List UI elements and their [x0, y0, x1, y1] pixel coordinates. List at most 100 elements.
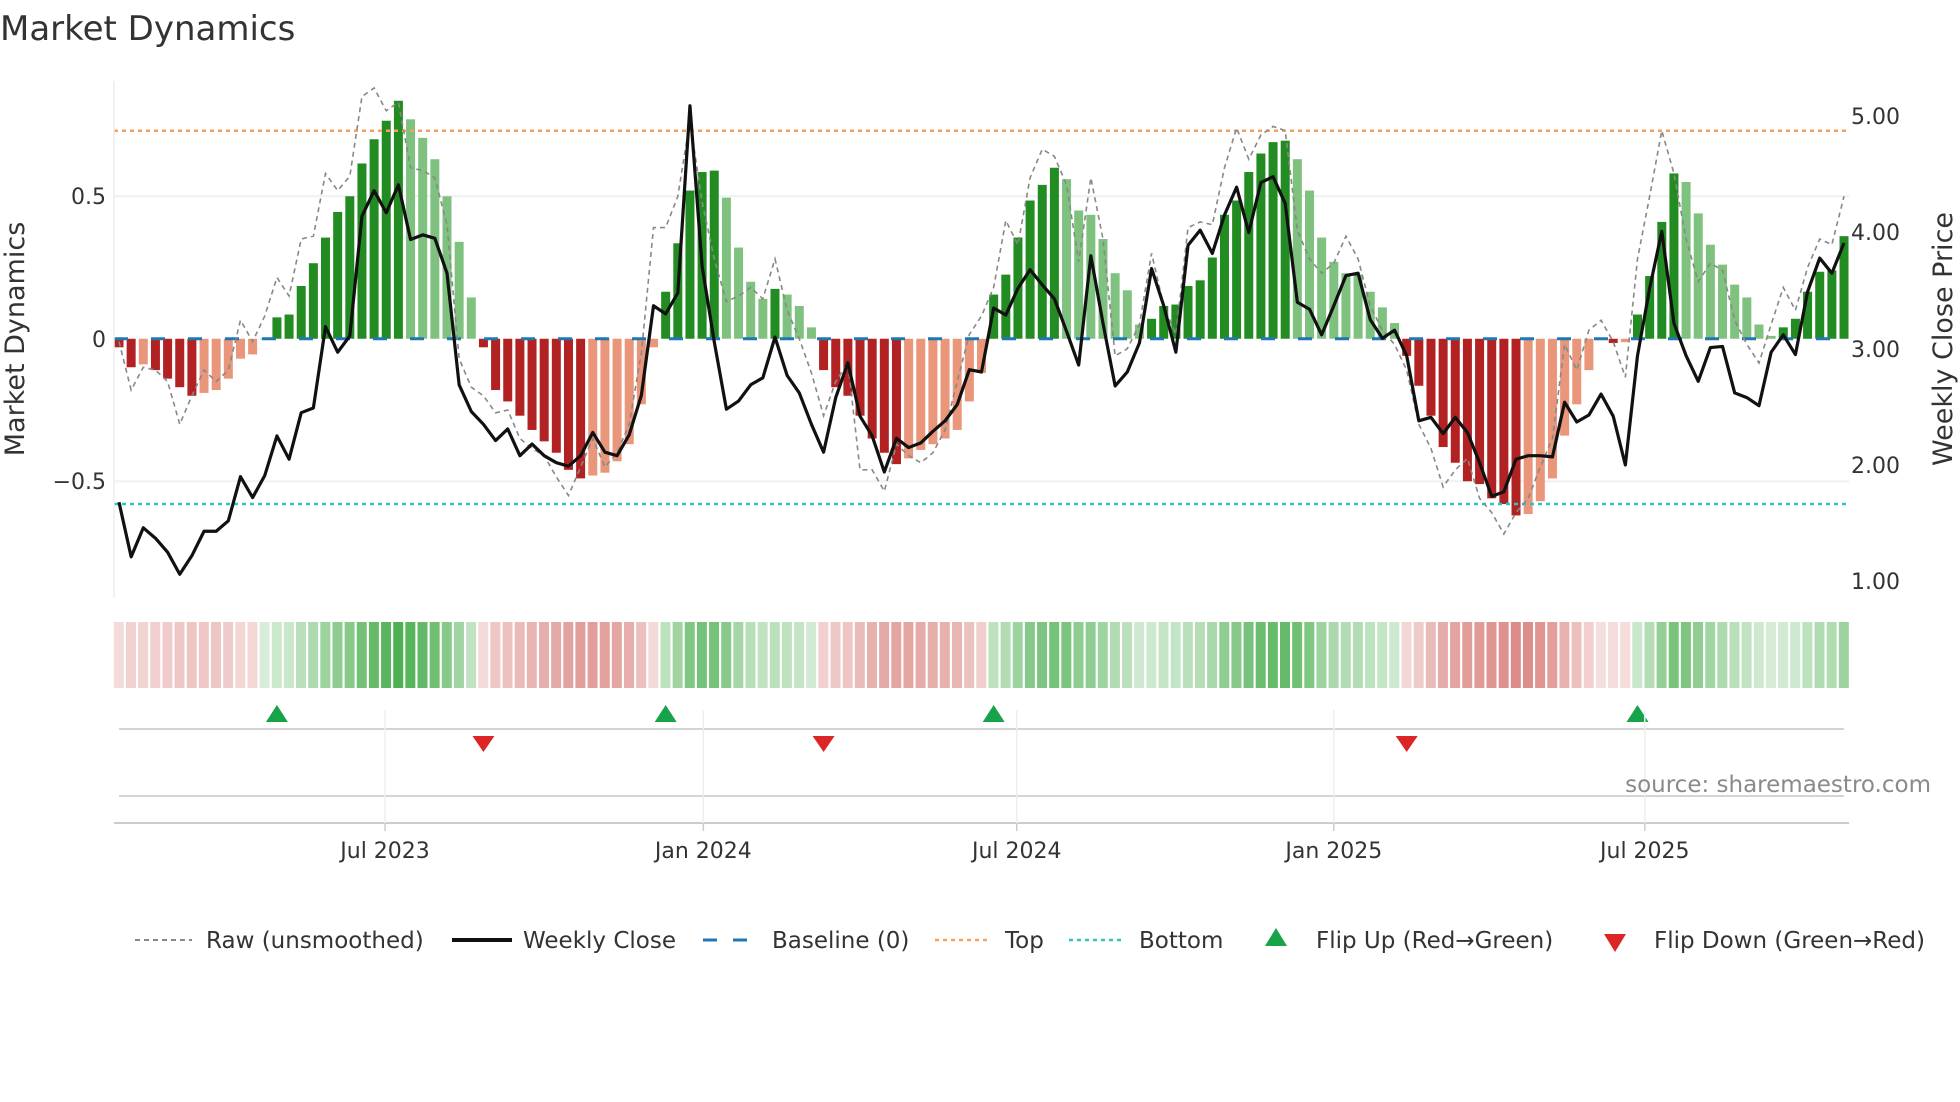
regime-strip-cell	[733, 622, 744, 688]
left-axis-ticks: 0.5 0 −0.5	[53, 185, 106, 495]
chart-title: Market Dynamics	[0, 9, 295, 49]
regime-strip-cell	[1085, 622, 1096, 688]
regime-strip-cell	[1352, 622, 1363, 688]
regime-strip-cell	[1778, 622, 1789, 688]
regime-strip-cell	[186, 622, 197, 688]
regime-strip-cell	[648, 622, 659, 688]
regime-strip-cell	[1814, 622, 1825, 688]
regime-strip-cell	[150, 622, 161, 688]
dynamics-bar	[491, 338, 501, 391]
dynamics-bar	[1730, 284, 1740, 339]
regime-strip-cell	[344, 622, 355, 688]
regime-strip-cell	[1413, 622, 1424, 688]
regime-strip-cell	[769, 622, 780, 688]
flip-down-marker	[812, 736, 835, 752]
dynamics-bar	[819, 338, 829, 371]
regime-strip-cell	[1535, 622, 1546, 688]
dynamics-bar	[758, 298, 768, 339]
dynamics-bar	[296, 286, 306, 339]
regime-strip-cell	[1765, 622, 1776, 688]
dynamics-bar	[466, 297, 476, 339]
dynamics-bars	[114, 100, 1849, 516]
flip-up-icon	[1265, 928, 1287, 946]
dynamics-bar	[175, 338, 185, 388]
dynamics-bar	[1487, 338, 1497, 499]
regime-strip-cell	[478, 622, 489, 688]
regime-strip-cell	[1462, 622, 1473, 688]
regime-strip-cell	[1753, 622, 1764, 688]
dynamics-bar	[284, 314, 294, 339]
dynamics-bar	[418, 137, 428, 339]
dynamics-bar	[551, 338, 561, 453]
dynamics-bar	[1074, 210, 1084, 339]
dynamics-bar	[831, 338, 841, 388]
dynamics-bar	[1426, 338, 1436, 416]
regime-strip-cell	[466, 622, 477, 688]
regime-strip-cell	[1644, 622, 1655, 688]
regime-strip-cell	[988, 622, 999, 688]
dynamics-bar	[163, 338, 173, 379]
dynamics-bar	[1523, 338, 1533, 515]
dynamics-bar	[1572, 338, 1582, 405]
regime-strip-cell	[393, 622, 404, 688]
dynamics-bar	[879, 338, 889, 453]
dynamics-bar	[1754, 324, 1764, 339]
regime-strip-cell	[210, 622, 221, 688]
regime-strip-cell	[587, 622, 598, 688]
regime-strip-cell	[1049, 622, 1060, 688]
x-tick-label: Jul 2025	[1598, 839, 1690, 864]
regime-strip-cell	[1498, 622, 1509, 688]
regime-strip-cell	[429, 622, 440, 688]
source-annotation: source: sharemaestro.com	[1625, 772, 1931, 798]
y2-tick-label: 5.00	[1851, 105, 1900, 130]
regime-strip-cell	[1668, 622, 1679, 688]
legend: Raw (unsmoothed) Weekly Close Baseline (…	[135, 928, 1925, 954]
regime-strip-cell	[1826, 622, 1837, 688]
regime-strip-cell	[1292, 622, 1303, 688]
regime-strip-cell	[1267, 622, 1278, 688]
regime-strip-cell	[976, 622, 987, 688]
flip-markers-panel	[114, 705, 1849, 824]
regime-strip-cell	[453, 622, 464, 688]
regime-strip-cell	[636, 622, 647, 688]
regime-strip-cell	[1012, 622, 1023, 688]
dynamics-bar	[588, 338, 598, 476]
regime-strip-cell	[1401, 622, 1412, 688]
regime-strip-cell	[709, 622, 720, 688]
regime-strip-cell	[538, 622, 549, 688]
regime-strip-cell	[1425, 622, 1436, 688]
regime-strip-cell	[806, 622, 817, 688]
dynamics-bar	[539, 338, 549, 442]
dynamics-bar	[126, 338, 136, 368]
dynamics-bar	[1110, 273, 1120, 339]
dynamics-bar	[685, 190, 695, 339]
dynamics-bar	[527, 338, 537, 430]
dynamics-bar	[1207, 257, 1217, 339]
regime-strip-cell	[1304, 622, 1315, 688]
regime-strip-cell	[502, 622, 513, 688]
regime-strip-cell	[320, 622, 331, 688]
regime-strip-cell	[1207, 622, 1218, 688]
dynamics-bar	[770, 288, 780, 339]
dynamics-bar	[1268, 142, 1278, 339]
regime-strip-cell	[1231, 622, 1242, 688]
regime-strip-cell	[1037, 622, 1048, 688]
market-dynamics-chart: Market Dynamics 0.5 0 −0.5 5.00 4.00 3.0…	[0, 9, 1959, 954]
dynamics-bar	[1122, 290, 1132, 339]
x-tick-label: Jul 2023	[338, 839, 430, 864]
dynamics-bar	[1705, 244, 1715, 339]
regime-strip-cell	[1571, 622, 1582, 688]
dynamics-bar	[1049, 167, 1059, 339]
dynamics-bar	[1062, 179, 1072, 339]
regime-strip-cell	[891, 622, 902, 688]
dynamics-bar	[1219, 214, 1229, 339]
flip-down-marker	[1395, 736, 1418, 752]
dynamics-bar	[1462, 338, 1472, 482]
regime-strip-cell	[1437, 622, 1448, 688]
dynamics-bar	[1232, 200, 1242, 339]
regime-strip-cell	[1097, 622, 1108, 688]
dynamics-bar	[369, 139, 379, 339]
regime-strip-cell	[1656, 622, 1667, 688]
regime-strip-cell	[1620, 622, 1631, 688]
regime-strip-cell	[684, 622, 695, 688]
